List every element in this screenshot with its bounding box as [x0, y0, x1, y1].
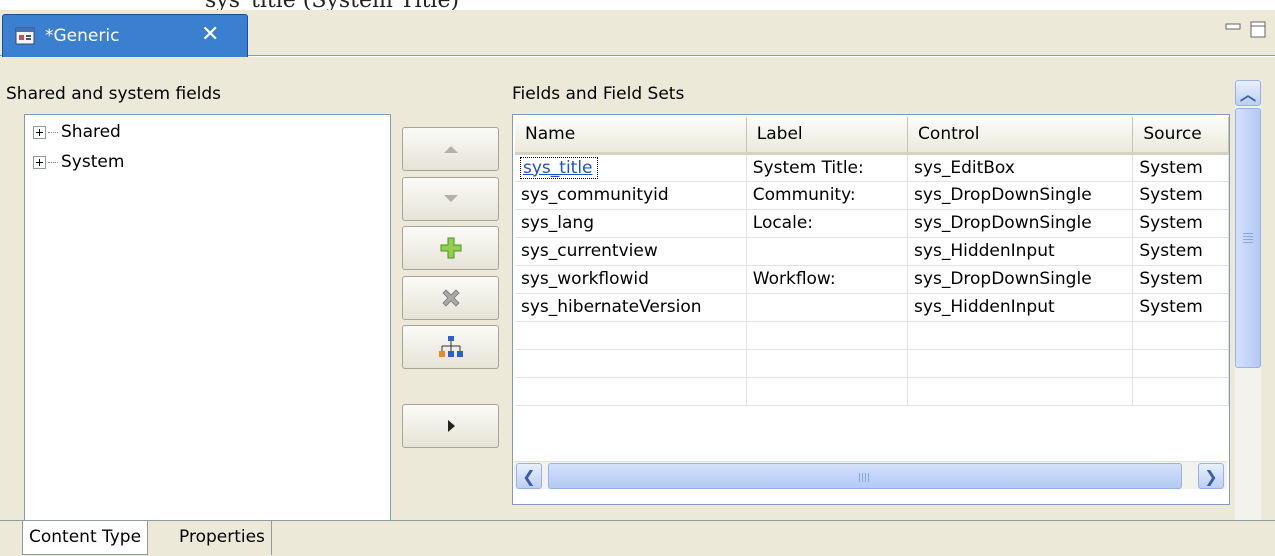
field-name-link[interactable]: sys_title — [520, 156, 598, 179]
tab-label: *Generic — [45, 26, 120, 46]
column-header-name[interactable]: Name — [515, 117, 747, 155]
cell-source: System — [1132, 181, 1229, 210]
maximize-icon[interactable] — [1247, 18, 1269, 40]
move-up-icon — [443, 146, 458, 153]
tab-generic[interactable]: *Generic ✕ — [2, 14, 248, 58]
cell-control: sys_DropDownSingle — [907, 181, 1134, 210]
cell-label — [746, 237, 909, 266]
shared-system-fields-title: Shared and system fields — [6, 84, 222, 104]
cell-source: System — [1132, 293, 1229, 322]
minimize-icon[interactable] — [1222, 18, 1244, 40]
move-down-button[interactable] — [402, 177, 499, 221]
delete-icon — [441, 289, 460, 307]
vertical-scroll-thumb[interactable] — [1235, 108, 1261, 368]
tree-item-label: System — [61, 152, 125, 172]
cell-control: sys_DropDownSingle — [907, 265, 1134, 294]
move-down-icon — [443, 195, 458, 202]
column-header-label[interactable]: Label — [746, 117, 909, 155]
cell-name: sys_currentview — [515, 237, 747, 266]
content-type-icon — [15, 27, 35, 45]
table-row-empty — [515, 349, 1229, 378]
scroll-left-icon[interactable]: ❮ — [516, 463, 542, 489]
expand-icon[interactable] — [33, 125, 46, 139]
scroll-right-icon[interactable]: ❯ — [1198, 463, 1224, 489]
cell-label — [746, 293, 909, 322]
fields-table[interactable]: Name Label Control Source sys_title Syst… — [512, 114, 1230, 505]
table-row[interactable]: sys_hibernateVersion sys_HiddenInput Sys… — [515, 293, 1229, 322]
add-icon — [440, 237, 461, 259]
cell-name[interactable]: sys_title — [515, 153, 747, 182]
expand-icon[interactable] — [33, 155, 46, 169]
expand-arrow-icon — [447, 420, 455, 432]
table-row-empty — [515, 377, 1229, 406]
table-row[interactable]: sys_currentview sys_HiddenInput System — [515, 237, 1229, 266]
cell-label: System Title: — [746, 153, 909, 182]
cell-control: sys_EditBox — [907, 153, 1134, 182]
column-header-control[interactable]: Control — [907, 117, 1134, 155]
cell-source: System — [1132, 237, 1229, 266]
table-row[interactable]: sys_title System Title: sys_EditBox Syst… — [515, 153, 1229, 182]
cell-source: System — [1132, 265, 1229, 294]
content-type-editor: Shared and system fields Shared System F… — [0, 57, 1275, 556]
top-caption: sys_title (System Title) — [205, 0, 459, 10]
fields-and-field-sets-title: Fields and Field Sets — [512, 84, 685, 104]
top-cropped-text: sys_title (System Title) — [0, 0, 1275, 10]
tree-item-shared[interactable]: Shared — [33, 120, 121, 144]
column-header-source[interactable]: Source — [1132, 117, 1229, 155]
delete-field-button[interactable] — [402, 276, 499, 320]
cell-label: Workflow: — [746, 265, 909, 294]
editor-tab-bar: *Generic ✕ — [0, 10, 1275, 58]
table-row-empty — [515, 321, 1229, 350]
hierarchy-button[interactable] — [402, 325, 499, 369]
table-header-row: Name Label Control Source — [515, 117, 1229, 155]
cell-name: sys_workflowid — [515, 265, 747, 294]
cell-label: Community: — [746, 181, 909, 210]
horizontal-scroll-thumb[interactable] — [548, 463, 1182, 489]
cell-source: System — [1132, 209, 1229, 238]
cell-control: sys_HiddenInput — [907, 237, 1134, 266]
cell-name: sys_lang — [515, 209, 747, 238]
tree-item-label: Shared — [61, 122, 121, 142]
fields-tree[interactable]: Shared System — [24, 114, 391, 556]
cell-source: System — [1132, 153, 1229, 182]
cell-name: sys_hibernateVersion — [515, 293, 747, 322]
move-up-button[interactable] — [402, 127, 499, 171]
cell-control: sys_DropDownSingle — [907, 209, 1134, 238]
vertical-scrollbar[interactable]: ︿ ﹀ — [1235, 80, 1261, 553]
table-row[interactable]: sys_lang Locale: sys_DropDownSingle Syst… — [515, 209, 1229, 238]
cell-label: Locale: — [746, 209, 909, 238]
expand-button[interactable] — [402, 404, 499, 448]
cell-name: sys_communityid — [515, 181, 747, 210]
table-row[interactable]: sys_communityid Community: sys_DropDownS… — [515, 181, 1229, 210]
tree-item-system[interactable]: System — [33, 150, 124, 174]
tree-connector — [48, 161, 58, 163]
tab-properties[interactable]: Properties — [173, 521, 272, 555]
scroll-up-icon[interactable]: ︿ — [1235, 80, 1261, 106]
tab-content-type[interactable]: Content Type — [22, 521, 149, 555]
hierarchy-icon — [438, 336, 463, 357]
bottom-tab-bar: Content Type Properties — [0, 520, 1275, 556]
horizontal-scrollbar[interactable]: ❮ ❯ — [514, 461, 1227, 489]
add-field-button[interactable] — [402, 226, 499, 270]
tree-connector — [48, 131, 58, 133]
close-icon[interactable]: ✕ — [201, 23, 219, 47]
table-row[interactable]: sys_workflowid Workflow: sys_DropDownSin… — [515, 265, 1229, 294]
cell-control: sys_HiddenInput — [907, 293, 1134, 322]
